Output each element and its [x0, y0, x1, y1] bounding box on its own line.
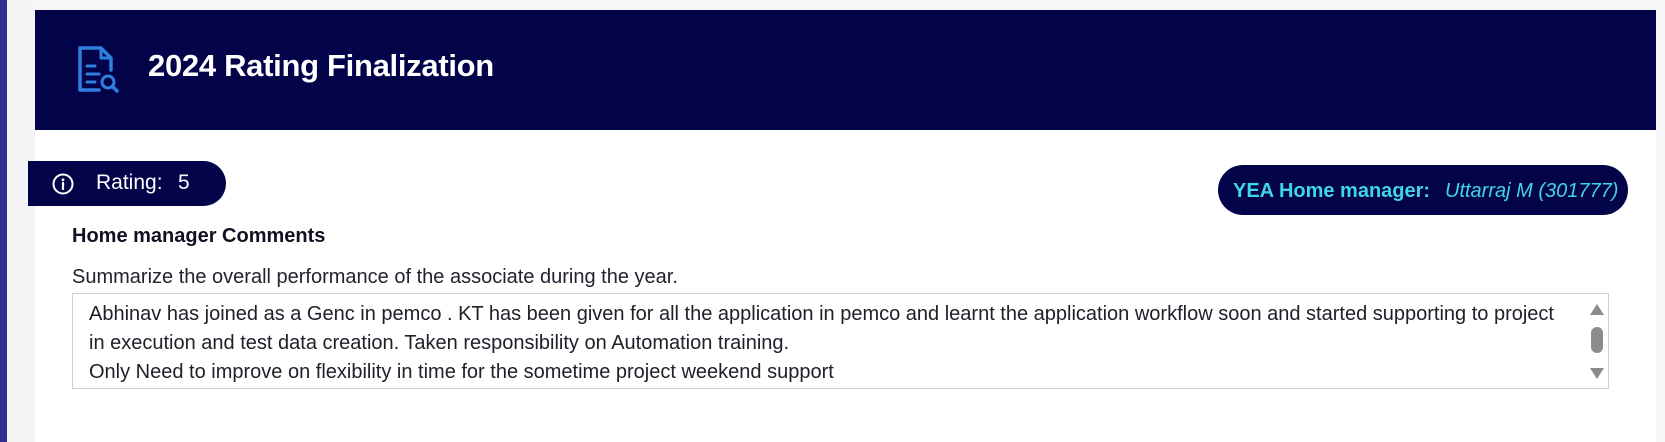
rating-label: Rating: [96, 171, 163, 194]
comments-textarea[interactable]: Abhinav has joined as a Genc in pemco . … [72, 293, 1609, 389]
rating-finalization-card: 2024 Rating Finalization Rating: 5 YEA H… [28, 10, 1656, 442]
left-rail [0, 0, 7, 442]
comments-scrollbar[interactable] [1585, 295, 1607, 387]
rating-badge: Rating: 5 [28, 161, 226, 206]
info-icon[interactable] [52, 173, 74, 195]
left-gutter [7, 0, 34, 442]
home-manager-name: Uttarraj M (301777) [1445, 180, 1619, 202]
scroll-thumb[interactable] [1591, 327, 1603, 353]
home-manager-badge: YEA Home manager: Uttarraj M (301777) [1218, 165, 1628, 215]
home-manager-label: YEA Home manager: [1233, 180, 1431, 202]
page-title: 2024 Rating Finalization [148, 48, 494, 83]
document-search-icon [78, 46, 119, 93]
scroll-down-arrow-icon[interactable] [1590, 368, 1604, 379]
comments-text[interactable]: Abhinav has joined as a Genc in pemco . … [89, 300, 1569, 387]
comments-prompt: Summarize the overall performance of the… [72, 266, 678, 288]
header-bar: 2024 Rating Finalization [35, 10, 1656, 130]
scroll-up-arrow-icon[interactable] [1590, 304, 1604, 315]
comments-section-title: Home manager Comments [72, 225, 326, 247]
rating-value: 5 [178, 171, 190, 194]
